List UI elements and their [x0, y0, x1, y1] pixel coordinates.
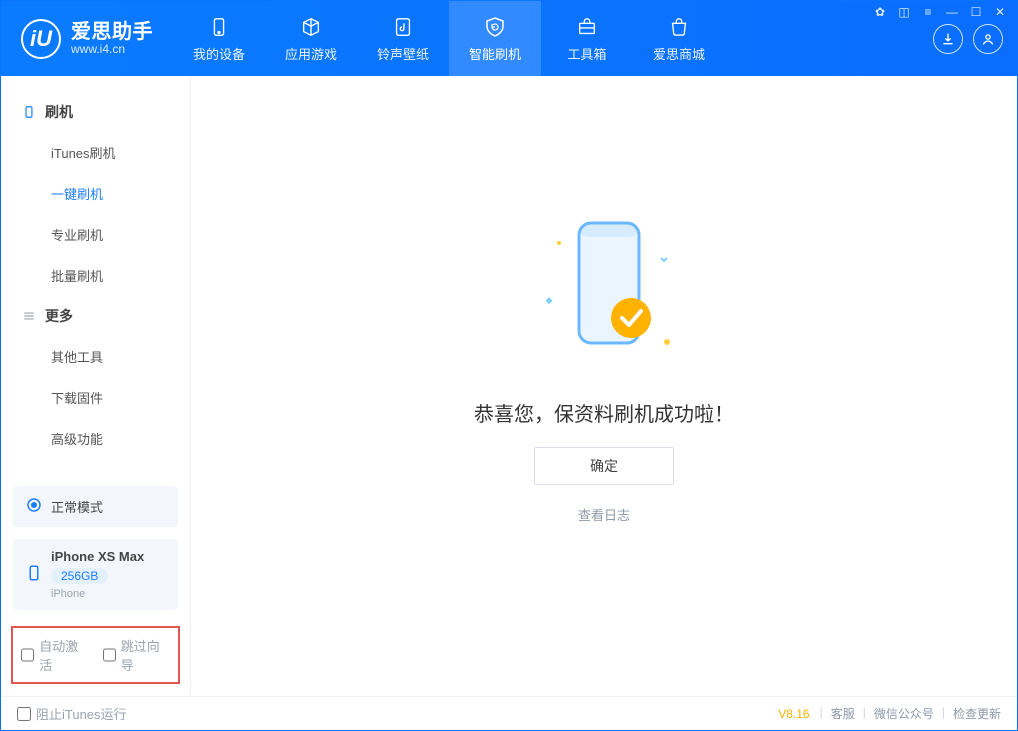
sidebar-group-flash: 刷机 — [1, 92, 190, 132]
toolbox-icon — [574, 14, 600, 40]
brand-name: 爱思助手 — [71, 21, 153, 43]
sidebar-item-pro-flash[interactable]: 专业刷机 — [1, 214, 190, 255]
brand-logo-icon: iU — [21, 19, 61, 59]
brand-url: www.i4.cn — [71, 43, 153, 56]
flash-options-highlight: 自动激活 跳过向导 — [11, 626, 180, 684]
checkbox-auto-activate[interactable]: 自动激活 — [21, 636, 89, 674]
sidebar-item-oneclick-flash[interactable]: 一键刷机 — [1, 173, 190, 214]
account-button[interactable] — [973, 24, 1003, 54]
sys-feedback-icon[interactable]: ✿ — [871, 5, 889, 19]
tab-toolbox[interactable]: 工具箱 — [541, 1, 633, 76]
checkbox-input[interactable] — [17, 707, 31, 721]
sys-minimize-icon[interactable]: — — [943, 5, 961, 19]
window-system-icons: ✿ ◫ ≡ — ☐ ✕ — [871, 5, 1009, 19]
mode-label: 正常模式 — [51, 497, 103, 516]
device-type: iPhone — [51, 588, 85, 600]
sys-maximize-icon[interactable]: ☐ — [967, 5, 985, 19]
footer-link-update[interactable]: 检查更新 — [953, 705, 1001, 722]
device-icon — [206, 14, 232, 40]
main-content: 恭喜您，保资料刷机成功啦！ 确定 查看日志 — [191, 76, 1017, 696]
success-illustration — [529, 208, 679, 378]
device-storage-badge: 256GB — [51, 568, 108, 584]
checkbox-input[interactable] — [21, 648, 34, 662]
footer-link-support[interactable]: 客服 — [831, 705, 855, 722]
music-file-icon — [390, 14, 416, 40]
checkbox-label: 阻止iTunes运行 — [36, 704, 127, 723]
statusbar: 阻止iTunes运行 V8.16 | 客服 | 微信公众号 | 检查更新 — [1, 696, 1017, 730]
sidebar-item-download-firmware[interactable]: 下载固件 — [1, 377, 190, 418]
cube-icon — [298, 14, 324, 40]
sys-close-icon[interactable]: ✕ — [991, 5, 1009, 19]
success-text: 恭喜您，保资料刷机成功啦！ — [474, 398, 734, 427]
sys-menu-icon[interactable]: ≡ — [919, 5, 937, 19]
footer-links: | 客服 | 微信公众号 | 检查更新 — [820, 705, 1001, 722]
shield-refresh-icon — [482, 14, 508, 40]
device-icon — [25, 564, 43, 585]
main-tabs: 我的设备 应用游戏 铃声壁纸 智能刷机 工具箱 — [173, 1, 725, 76]
mode-card[interactable]: 正常模式 — [13, 486, 178, 527]
view-log-link[interactable]: 查看日志 — [578, 505, 630, 524]
device-card[interactable]: iPhone XS Max 256GB iPhone — [13, 539, 178, 610]
tab-label: 我的设备 — [193, 44, 245, 63]
footer-link-wechat[interactable]: 微信公众号 — [874, 705, 934, 722]
checkbox-block-itunes[interactable]: 阻止iTunes运行 — [17, 704, 127, 723]
tab-label: 爱思商城 — [653, 44, 705, 63]
tab-my-device[interactable]: 我的设备 — [173, 1, 265, 76]
sidebar-item-other-tools[interactable]: 其他工具 — [1, 336, 190, 377]
titlebar-right — [933, 24, 1009, 54]
tab-label: 智能刷机 — [469, 44, 521, 63]
list-icon — [21, 308, 37, 324]
sidebar-group-title: 刷机 — [45, 102, 73, 122]
device-name: iPhone XS Max — [51, 549, 144, 564]
checkbox-label: 自动激活 — [39, 636, 88, 674]
sidebar-item-batch-flash[interactable]: 批量刷机 — [1, 255, 190, 296]
tab-label: 铃声壁纸 — [377, 44, 429, 63]
sidebar-group-title: 更多 — [45, 306, 73, 326]
version-label: V8.16 — [778, 707, 809, 721]
tab-label: 应用游戏 — [285, 44, 337, 63]
bag-icon — [666, 14, 692, 40]
sidebar-item-advanced[interactable]: 高级功能 — [1, 418, 190, 459]
checkbox-label: 跳过向导 — [121, 636, 170, 674]
tab-ringtone-wallpaper[interactable]: 铃声壁纸 — [357, 1, 449, 76]
confirm-button[interactable]: 确定 — [534, 447, 674, 485]
brand: iU 爱思助手 www.i4.cn — [21, 19, 153, 59]
mode-icon — [25, 496, 43, 517]
sys-skin-icon[interactable]: ◫ — [895, 5, 913, 19]
checkbox-skip-guide[interactable]: 跳过向导 — [103, 636, 171, 674]
tab-label: 工具箱 — [567, 44, 606, 63]
tab-smart-flash[interactable]: 智能刷机 — [449, 1, 541, 76]
titlebar: ✿ ◫ ≡ — ☐ ✕ iU 爱思助手 www.i4.cn 我的设备 应用游戏 — [1, 1, 1017, 76]
sidebar-group-more: 更多 — [1, 296, 190, 336]
sidebar-item-itunes-flash[interactable]: iTunes刷机 — [1, 132, 190, 173]
sidebar: 刷机 iTunes刷机 一键刷机 专业刷机 批量刷机 更多 其他工具 下载固件 … — [1, 76, 191, 696]
phone-icon — [21, 104, 37, 120]
downloads-button[interactable] — [933, 24, 963, 54]
tab-apps-games[interactable]: 应用游戏 — [265, 1, 357, 76]
checkbox-input[interactable] — [103, 648, 116, 662]
tab-store[interactable]: 爱思商城 — [633, 1, 725, 76]
body: 刷机 iTunes刷机 一键刷机 专业刷机 批量刷机 更多 其他工具 下载固件 … — [1, 76, 1017, 696]
